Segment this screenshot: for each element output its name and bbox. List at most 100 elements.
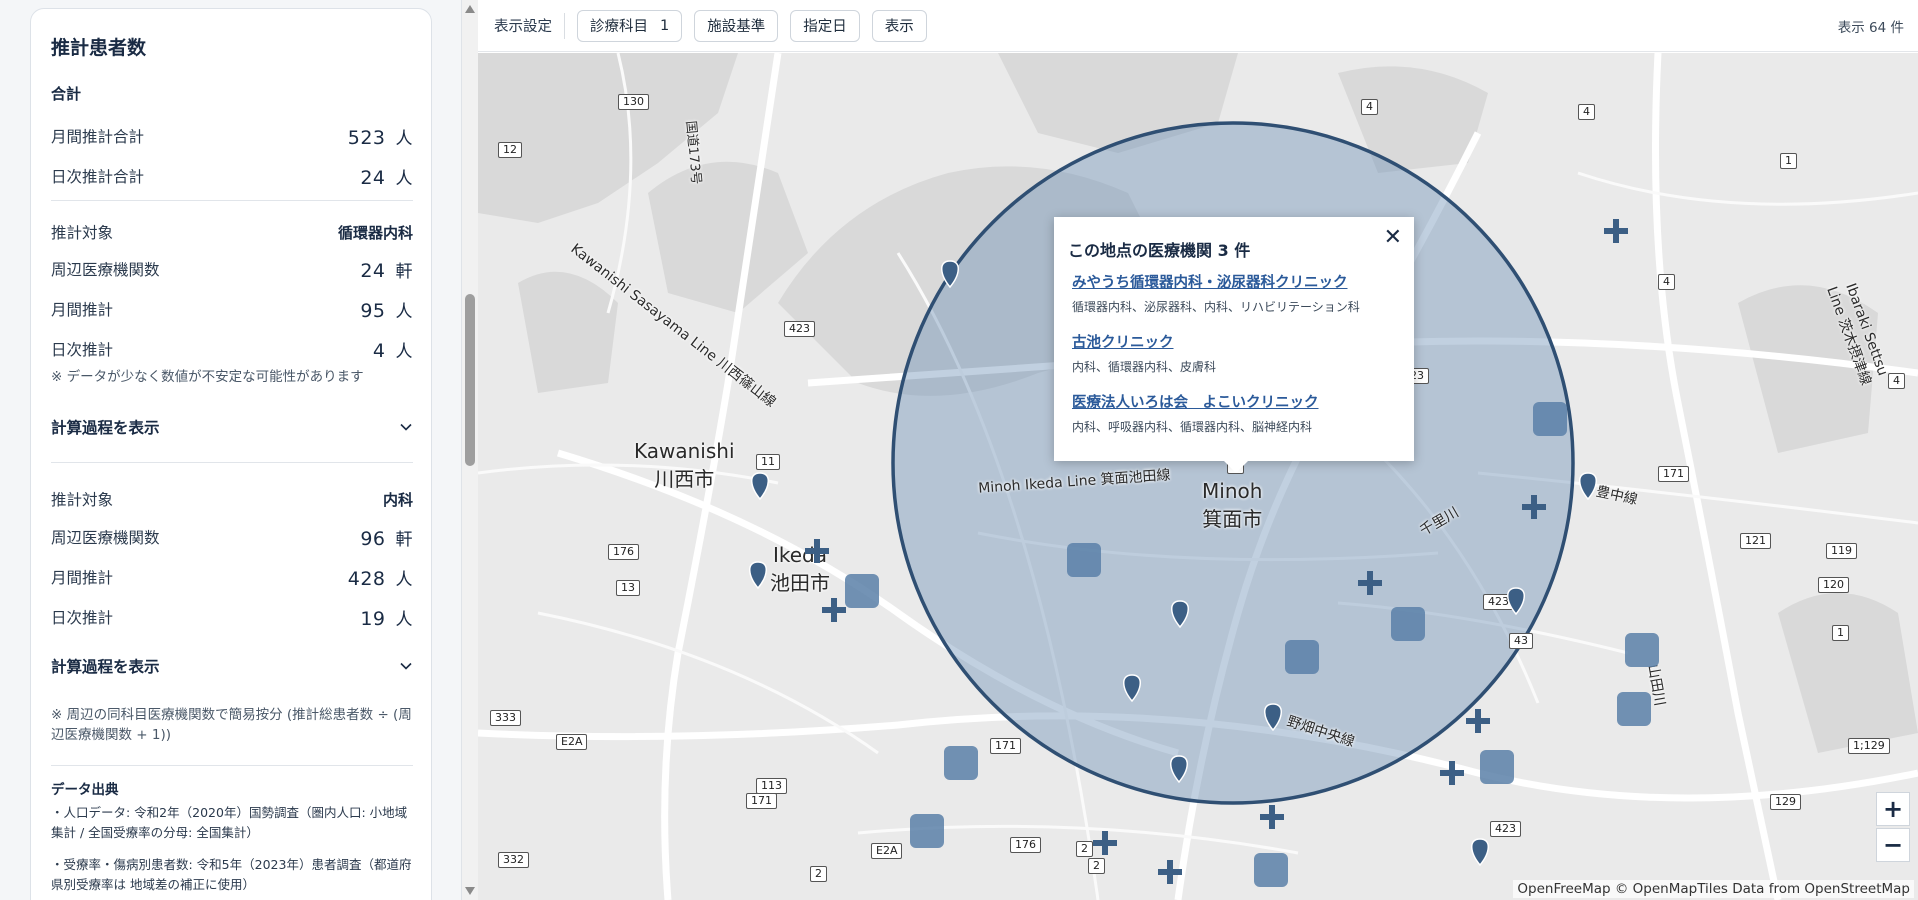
facility-departments: 内科、呼吸器内科、循環器内科、脳神経内科	[1072, 420, 1313, 434]
divider	[51, 462, 413, 463]
popup-title: この地点の医療機関 3 件	[1068, 241, 1251, 260]
monthly-total-row: 月間推計合計 523 人	[51, 121, 413, 151]
filter-display-button[interactable]: 表示	[871, 9, 927, 42]
hospital-cross-icon[interactable]	[1093, 831, 1117, 855]
daily-row-1: 日次推計 4人	[51, 334, 413, 364]
data-warning: ※ データが少なく数値が不安定な可能性があります	[51, 369, 364, 385]
popup-item: 医療法人いろは会 よこいクリニック 内科、呼吸器内科、循環器内科、脳神経内科	[1072, 391, 1319, 435]
unit: 軒	[395, 261, 413, 282]
popup-item: みやうち循環器内科・泌尿器科クリニック 循環器内科、泌尿器科、内科、リハビリテー…	[1072, 271, 1360, 315]
toolbar-divider	[564, 12, 565, 39]
facility-pin-icon[interactable]	[1123, 674, 1141, 703]
facility-markers-layer	[749, 219, 1659, 887]
daily-label: 日次推計	[51, 609, 114, 627]
daily-row-2: 日次推計 19 人	[51, 602, 413, 632]
facility-link[interactable]: みやうち循環器内科・泌尿器科クリニック	[1072, 271, 1360, 292]
scroll-down-arrow-icon[interactable]	[465, 887, 475, 895]
facility-link[interactable]: 古池クリニック	[1072, 331, 1216, 352]
unit: 軒	[395, 529, 413, 550]
zoom-out-button[interactable]: −	[1876, 828, 1910, 862]
hospital-cross-icon[interactable]	[1440, 761, 1464, 785]
map-attribution[interactable]: OpenFreeMap © OpenMapTiles Data from Ope…	[1513, 880, 1914, 898]
show-calculation-toggle-1[interactable]: 計算過程を表示	[51, 412, 413, 442]
daily-total-value: 24	[360, 166, 386, 189]
map-canvas[interactable]: 130 12 4 4 1 4 4 423 11 176 13 171 121 119 120 423 43 333…	[478, 53, 1918, 900]
map-toolbar: 表示設定 診療科目 1 施設基準 指定日 表示 表示 64 件	[478, 0, 1918, 52]
facility-cluster-marker[interactable]	[1480, 750, 1514, 784]
source-heading: データ出典	[51, 782, 119, 798]
facility-cluster-marker[interactable]	[1391, 607, 1425, 641]
hospital-cross-icon[interactable]	[1358, 571, 1382, 595]
scrollbar-thumb[interactable]	[465, 294, 475, 466]
daily-total-label: 日次推計合計	[51, 168, 145, 186]
facility-pin-icon[interactable]	[1471, 838, 1489, 867]
filter-label: 診療科目	[590, 19, 648, 35]
zoom-in-button[interactable]: +	[1876, 792, 1910, 826]
chevron-down-icon	[400, 423, 412, 431]
facility-pin-icon[interactable]	[1579, 472, 1597, 501]
facility-cluster-marker[interactable]	[1625, 633, 1659, 667]
facility-pin-icon[interactable]	[1171, 600, 1189, 629]
filter-label: 施設基準	[707, 19, 766, 35]
hospital-cross-icon[interactable]	[1522, 495, 1546, 519]
facility-cluster-marker[interactable]	[1254, 853, 1288, 887]
facility-cluster-marker[interactable]	[910, 814, 944, 848]
popup-item: 古池クリニック 内科、循環器内科、皮膚科	[1072, 331, 1216, 375]
monthly-row-2: 月間推計 428 人	[51, 562, 413, 592]
facility-cluster-marker[interactable]	[1533, 402, 1567, 436]
unit: 人	[395, 341, 413, 362]
facility-cluster-marker[interactable]	[1285, 640, 1319, 674]
facility-departments: 内科、循環器内科、皮膚科	[1072, 360, 1217, 374]
unit: 人	[395, 168, 413, 189]
filter-label: 表示	[884, 19, 914, 35]
facility-cluster-marker[interactable]	[1617, 692, 1651, 726]
chevron-down-icon	[400, 662, 412, 670]
result-count: 表示 64 件	[1837, 19, 1904, 36]
nearby-row-1: 周辺医療機関数 24 軒	[51, 254, 413, 284]
monthly-label: 月間推計	[51, 301, 114, 319]
hospital-cross-icon[interactable]	[1466, 709, 1490, 733]
facility-link[interactable]: 医療法人いろは会 よこいクリニック	[1072, 391, 1319, 412]
hospital-cross-icon[interactable]	[1260, 805, 1284, 829]
hospital-cross-icon[interactable]	[1604, 219, 1628, 243]
display-settings-label: 表示設定	[494, 19, 552, 35]
nearby-row-2: 周辺医療機関数 96 軒	[51, 522, 413, 552]
nearby-value: 96	[360, 527, 386, 550]
show-calculation-toggle-2[interactable]: 計算過程を表示	[51, 651, 413, 681]
close-icon[interactable]: ✕	[1384, 225, 1402, 250]
facility-pin-icon[interactable]	[1264, 703, 1282, 732]
daily-value: 4	[372, 339, 386, 362]
facility-cluster-marker[interactable]	[845, 574, 879, 608]
facility-cluster-marker[interactable]	[1067, 543, 1101, 577]
nearby-label: 周辺医療機関数	[51, 261, 160, 279]
target-row-2: 推計対象 内科	[51, 484, 413, 514]
estimate-card: 推計患者数 合計 月間推計合計 523 人 日次推計合計 24 人 推計対象 循環器…	[30, 8, 432, 900]
facility-pin-icon[interactable]	[941, 260, 959, 289]
expander-label: 計算過程を表示	[51, 658, 160, 676]
filter-date-button[interactable]: 指定日	[790, 9, 860, 42]
facility-pin-icon[interactable]	[1170, 755, 1188, 784]
facility-pin-icon[interactable]	[1507, 587, 1525, 616]
hospital-cross-icon[interactable]	[822, 598, 846, 622]
daily-label: 日次推計	[51, 341, 114, 359]
monthly-label: 月間推計	[51, 569, 114, 587]
target-label: 推計対象	[51, 224, 114, 242]
facility-pin-icon[interactable]	[749, 561, 767, 590]
filter-department-button[interactable]: 診療科目 1	[577, 9, 683, 42]
monthly-row-1: 月間推計 95 人	[51, 294, 413, 324]
unit: 人	[395, 609, 413, 630]
facility-cluster-marker[interactable]	[944, 746, 978, 780]
divider	[51, 765, 413, 766]
unit: 人	[395, 128, 413, 149]
scroll-up-arrow-icon[interactable]	[465, 5, 475, 13]
panel-scrollbar[interactable]	[462, 0, 478, 900]
hospital-cross-icon[interactable]	[1158, 860, 1182, 884]
target-value: 循環器内科	[337, 223, 413, 242]
source-patient-survey: ・受療率・傷病別患者数: 令和5年（2023年）患者調査（都道府県別受療率は 地…	[51, 857, 412, 892]
nearby-label: 周辺医療機関数	[51, 529, 160, 547]
facility-pin-icon[interactable]	[751, 472, 769, 501]
unit: 人	[395, 301, 413, 322]
filter-facility-standard-button[interactable]: 施設基準	[694, 9, 779, 42]
source-census: ・人口データ: 令和2年（2020年）国勢調査（圏内人口: 小地域集計 / 全国…	[51, 805, 408, 840]
hospital-cross-icon[interactable]	[805, 539, 829, 563]
